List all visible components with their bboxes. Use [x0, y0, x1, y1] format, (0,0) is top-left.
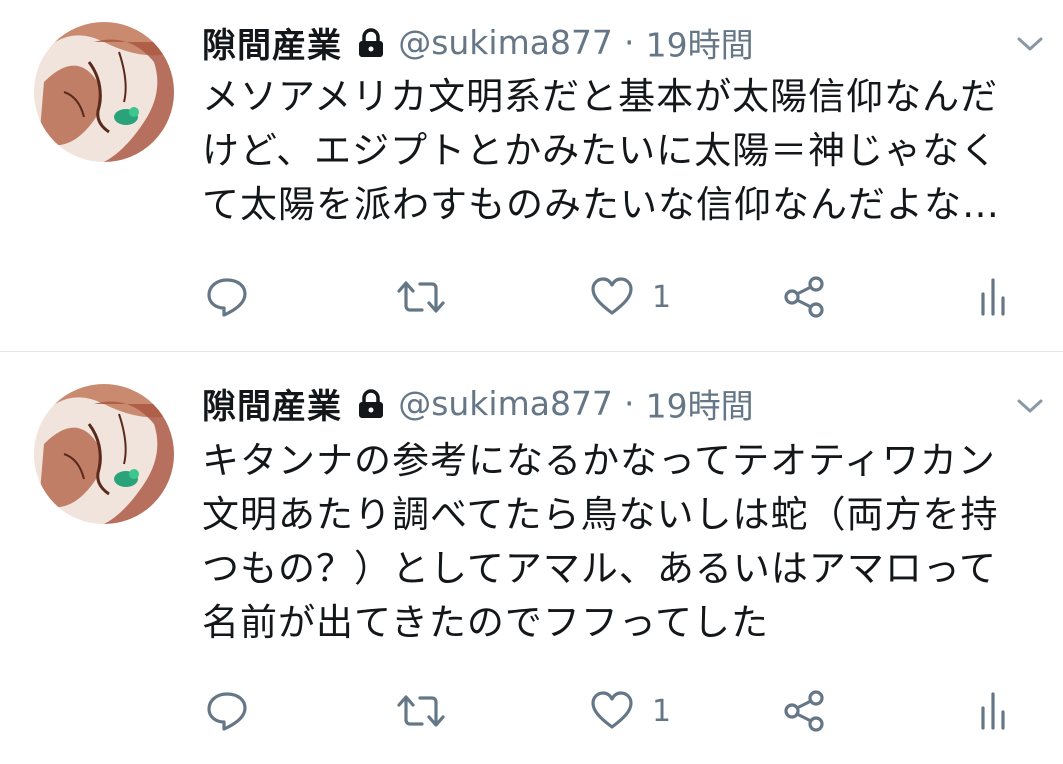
like-icon	[591, 277, 633, 315]
author-name[interactable]: 隙間産業	[202, 26, 342, 66]
avatar[interactable]	[34, 22, 174, 162]
share-button[interactable]	[782, 688, 826, 734]
chevron-down-icon[interactable]	[1015, 396, 1045, 416]
chevron-down-icon[interactable]	[1015, 34, 1045, 54]
lock-icon	[357, 388, 385, 419]
lock-icon	[357, 27, 385, 58]
reply-button[interactable]	[204, 688, 250, 734]
tweet-actions: 1	[202, 274, 1022, 324]
retweet-button[interactable]	[396, 688, 446, 734]
avatar-image	[34, 22, 174, 162]
share-icon	[784, 276, 824, 318]
tweet-text: キタンナの参考になるかなってテオティワカン 文明あたり調べてたら鳥ないしは蛇（両…	[202, 439, 999, 644]
retweet-icon	[397, 695, 445, 727]
share-icon	[784, 690, 824, 732]
reply-icon	[207, 278, 247, 317]
tweet-actions: 1	[202, 688, 1022, 738]
reply-button[interactable]	[204, 274, 250, 320]
separator: ·	[624, 384, 635, 423]
tweet[interactable]: 隙間産業 @sukima877 · 19時間 メソアメリカ文明系だと基本が太陽信…	[0, 0, 1063, 352]
like-button[interactable]: 1	[590, 274, 671, 320]
retweet-icon	[397, 281, 445, 313]
avatar[interactable]	[34, 384, 174, 524]
share-button[interactable]	[782, 274, 826, 320]
analytics-icon	[981, 278, 1005, 316]
tweet-header: 隙間産業 @sukima877 · 19時間	[202, 379, 754, 427]
like-icon	[591, 691, 633, 729]
like-count: 1	[652, 693, 672, 729]
tweet-header: 隙間産業 @sukima877 · 19時間	[202, 18, 754, 66]
author-handle[interactable]: @sukima877	[398, 384, 613, 423]
author-handle[interactable]: @sukima877	[398, 23, 613, 62]
retweet-button[interactable]	[396, 274, 446, 320]
reply-icon	[207, 692, 247, 731]
tweet[interactable]: 隙間産業 @sukima877 · 19時間 キタンナの参考になるかなってテオテ…	[0, 352, 1063, 764]
like-button[interactable]: 1	[590, 688, 671, 734]
analytics-button[interactable]	[978, 688, 1008, 734]
separator: ·	[624, 23, 635, 62]
analytics-button[interactable]	[978, 274, 1008, 320]
timestamp[interactable]: 19時間	[646, 387, 754, 426]
analytics-icon	[981, 692, 1005, 730]
author-name[interactable]: 隙間産業	[202, 387, 342, 427]
avatar-image	[34, 384, 174, 524]
like-count: 1	[652, 279, 672, 315]
timestamp[interactable]: 19時間	[646, 26, 754, 65]
tweet-text: メソアメリカ文明系だと基本が太陽信仰なんだ けど、エジプトとかみたいに太陽＝神じ…	[202, 75, 1000, 226]
